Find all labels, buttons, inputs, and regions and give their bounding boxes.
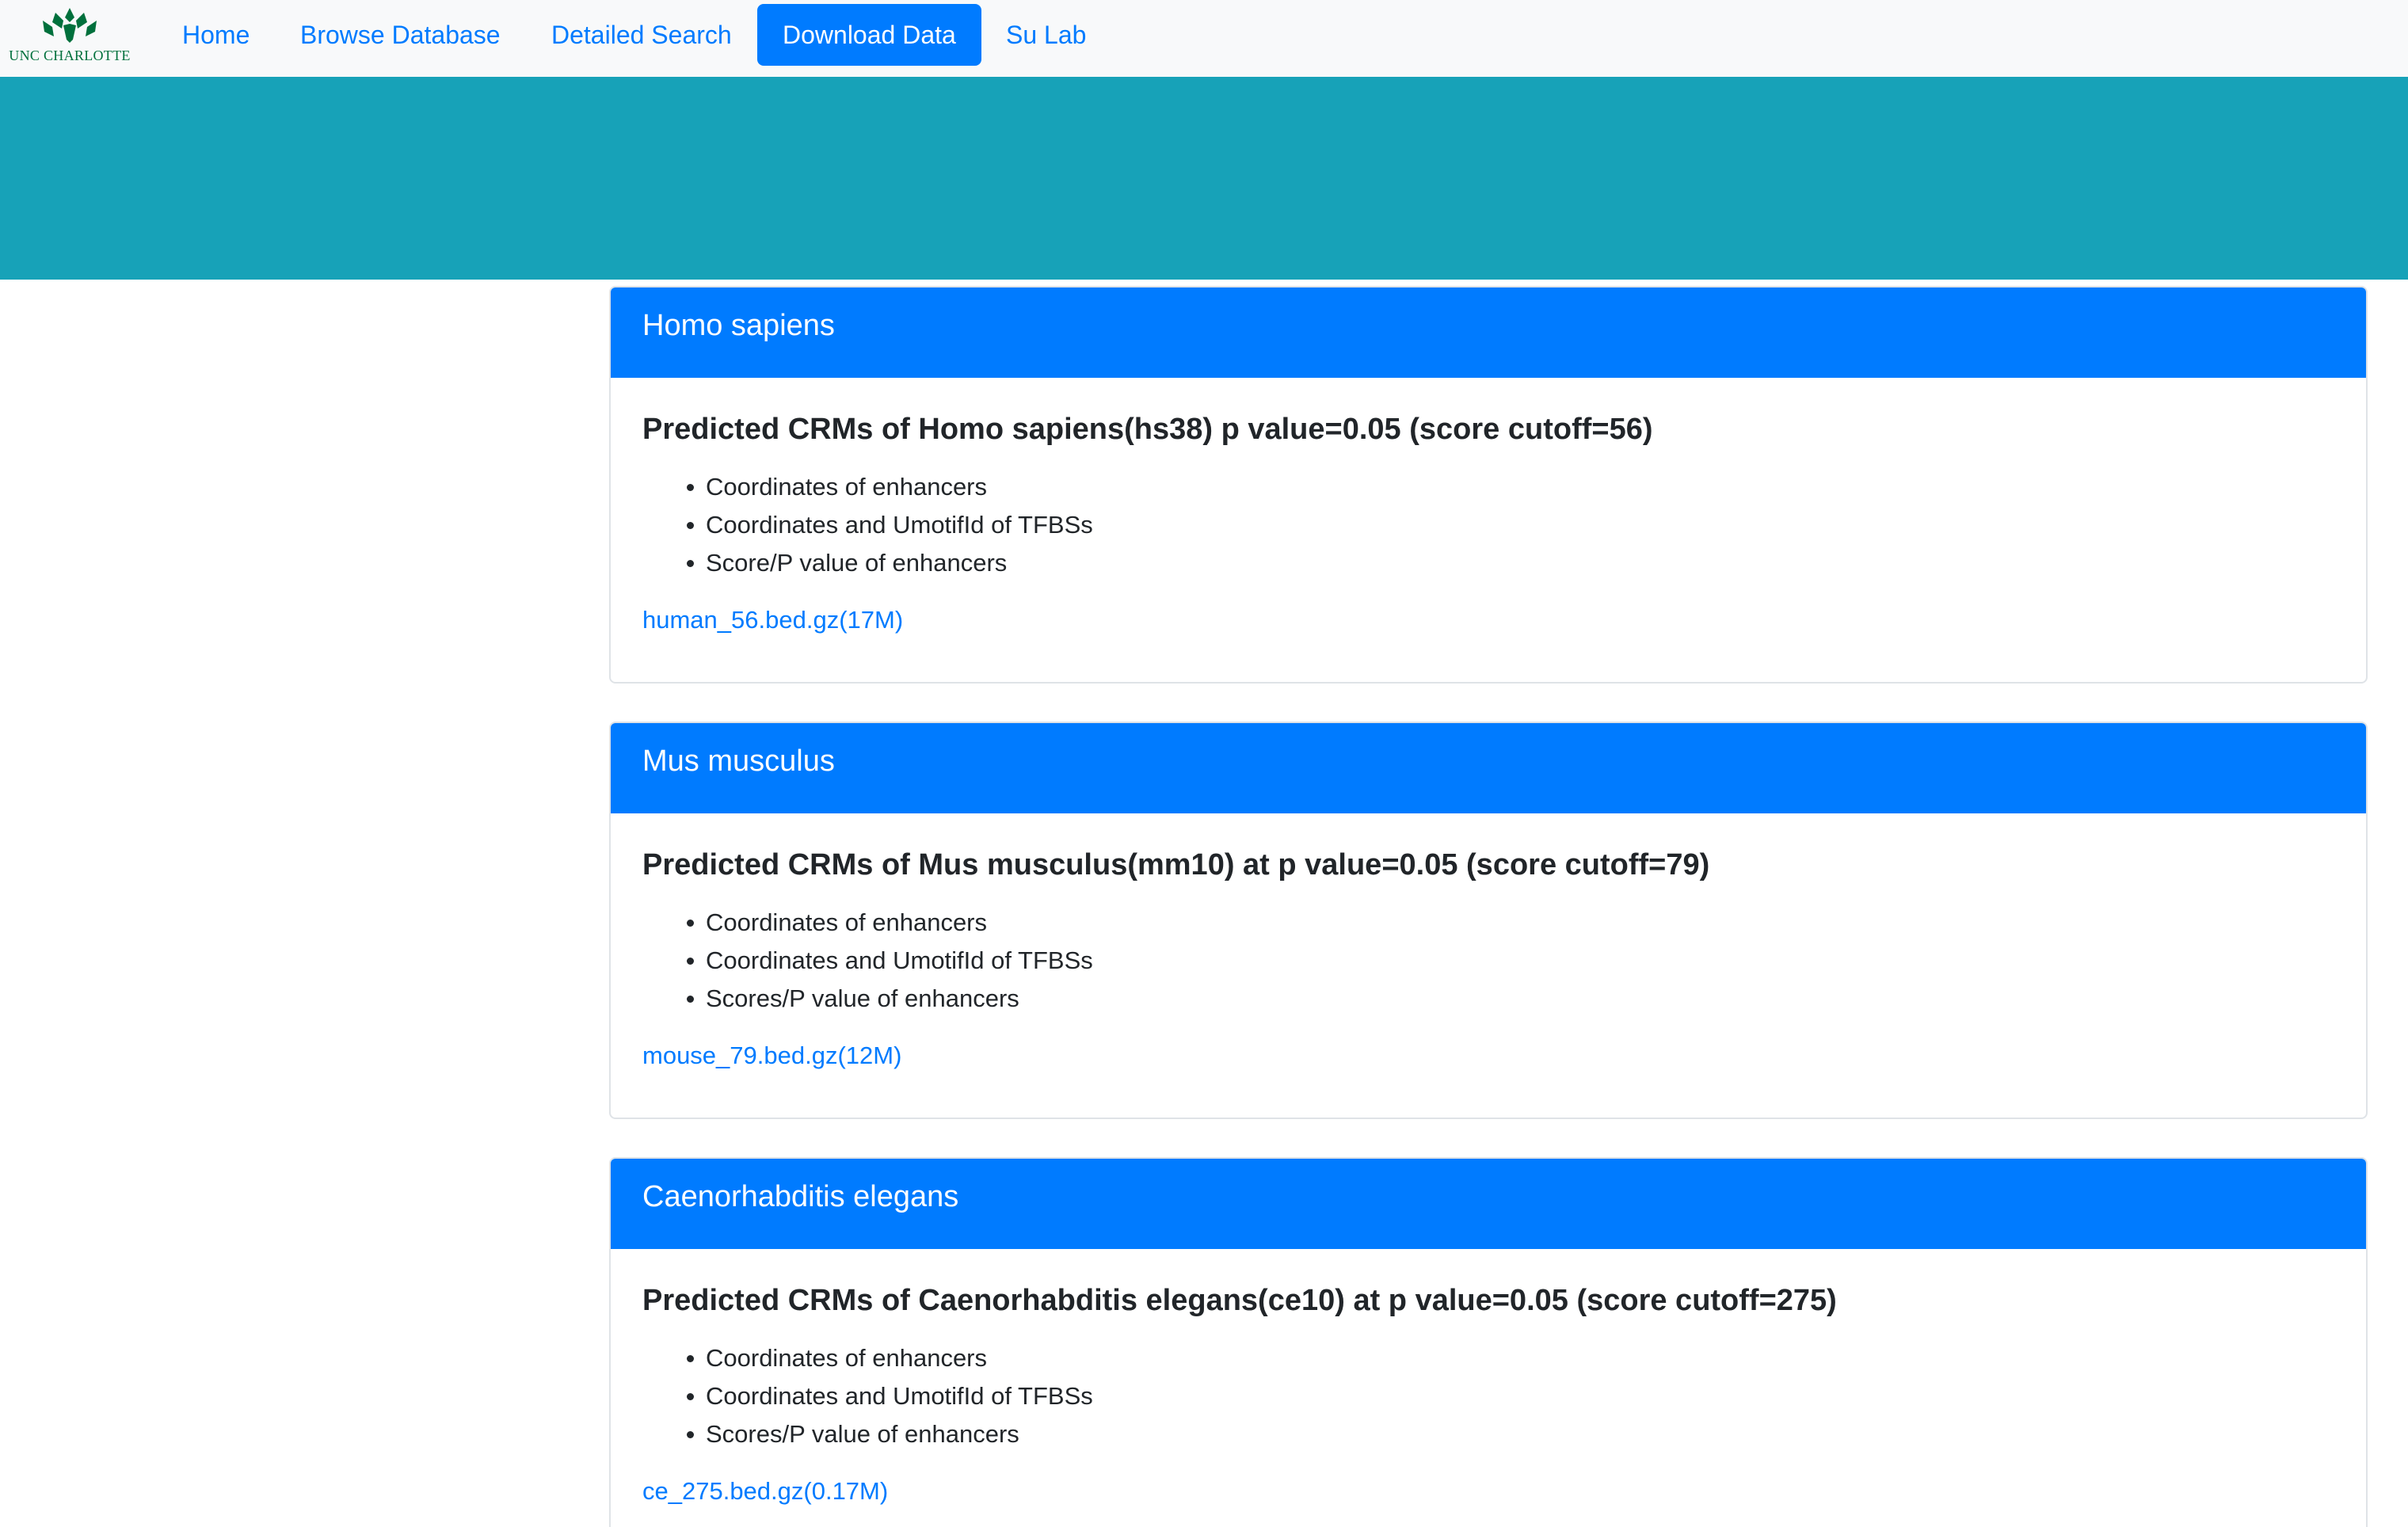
nav-browse-database[interactable]: Browse Database [275,4,526,66]
feature-list: Coordinates of enhancers Coordinates and… [687,468,2334,582]
list-item: Coordinates of enhancers [687,904,2334,942]
nav-detailed-search[interactable]: Detailed Search [526,4,757,66]
feature-list: Coordinates of enhancers Coordinates and… [687,904,2334,1018]
card-body: Predicted CRMs of Caenorhabditis elegans… [611,1249,2366,1507]
list-item: Coordinates and UmotifId of TFBSs [687,1377,2334,1415]
card-title: Predicted CRMs of Caenorhabditis elegans… [642,1284,1837,1317]
nav-download-data[interactable]: Download Data [757,4,981,66]
card-title: Predicted CRMs of Homo sapiens(hs38) p v… [642,413,1653,446]
list-item: Scores/P value of enhancers [687,1415,2334,1453]
logo-text: UNC CHARLOTTE [9,48,131,63]
top-navbar: UNC CHARLOTTE Home Browse Database Detai… [0,0,2408,77]
card-mus-musculus: Mus musculus Predicted CRMs of Mus muscu… [609,722,2368,1119]
hero-banner [0,77,2408,280]
nav-su-lab[interactable]: Su Lab [981,4,1111,66]
card-header: Mus musculus [611,723,2366,813]
list-item: Coordinates and UmotifId of TFBSs [687,942,2334,980]
card-homo-sapiens: Homo sapiens Predicted CRMs of Homo sapi… [609,286,2368,684]
card-header: Caenorhabditis elegans [611,1159,2366,1249]
card-header: Homo sapiens [611,288,2366,378]
list-item: Coordinates of enhancers [687,468,2334,506]
card-caenorhabditis-elegans: Caenorhabditis elegans Predicted CRMs of… [609,1157,2368,1527]
card-body: Predicted CRMs of Homo sapiens(hs38) p v… [611,378,2366,636]
download-link-ce[interactable]: ce_275.bed.gz(0.17M) [642,1476,888,1507]
list-item: Scores/P value of enhancers [687,980,2334,1018]
nav-home[interactable]: Home [157,4,275,66]
crown-icon [43,8,97,43]
unc-charlotte-logo[interactable]: UNC CHARLOTTE [3,6,136,70]
download-link-mouse[interactable]: mouse_79.bed.gz(12M) [642,1040,901,1072]
list-item: Coordinates and UmotifId of TFBSs [687,506,2334,544]
list-item: Coordinates of enhancers [687,1339,2334,1377]
list-item: Score/P value of enhancers [687,544,2334,582]
download-link-human[interactable]: human_56.bed.gz(17M) [642,604,903,636]
card-body: Predicted CRMs of Mus musculus(mm10) at … [611,813,2366,1072]
feature-list: Coordinates of enhancers Coordinates and… [687,1339,2334,1453]
card-title: Predicted CRMs of Mus musculus(mm10) at … [642,848,1710,882]
